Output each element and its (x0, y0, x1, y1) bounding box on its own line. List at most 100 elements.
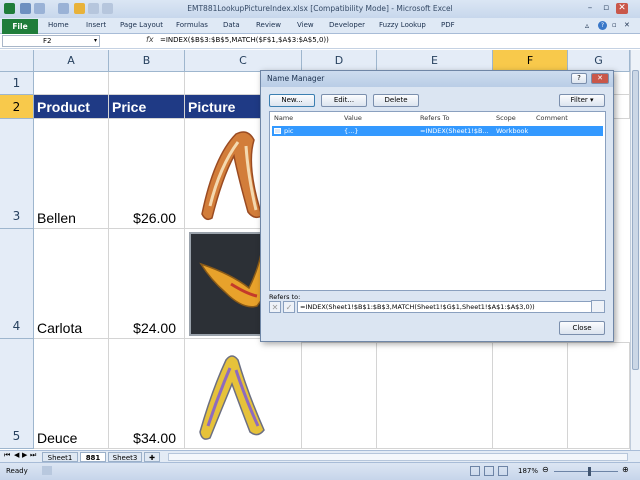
sheet-tab-sheet1[interactable]: Sheet1 (42, 452, 78, 462)
dialog-help-button[interactable]: ? (571, 73, 587, 84)
zoom-out-icon[interactable]: ⊖ (542, 465, 549, 474)
row-header-1[interactable]: 1 (0, 72, 34, 95)
col-refers-to[interactable]: Refers To (420, 114, 449, 122)
formula-input[interactable]: =INDEX($B$3:$B$5,MATCH($F$1,$A$3:$A$5,0)… (160, 36, 329, 44)
name-box-dropdown-icon[interactable]: ▾ (94, 37, 97, 44)
column-header-c[interactable]: C (185, 50, 302, 72)
normal-view-icon[interactable] (470, 466, 480, 476)
cell-price-header[interactable]: Price (109, 95, 185, 119)
col-comment[interactable]: Comment (536, 114, 568, 122)
cell-product-header[interactable]: Product (34, 95, 109, 119)
boomerang-picture-bellen[interactable] (196, 126, 268, 222)
tab-page-layout[interactable]: Page Layout (120, 21, 163, 29)
cell-g5[interactable] (568, 342, 630, 449)
cell-f5[interactable] (493, 342, 568, 449)
column-header-f[interactable]: F (493, 50, 568, 72)
status-ready: Ready (6, 467, 28, 475)
sheet-tab-sheet3[interactable]: Sheet3 (108, 452, 142, 462)
cell-a1[interactable] (34, 72, 109, 95)
col-value[interactable]: Value (344, 114, 362, 122)
close-button[interactable]: Close (559, 321, 605, 335)
title-bar: EMT881LookupPictureIndex.xlsx [Compatibi… (0, 0, 640, 18)
name-manager-dialog: Name Manager ? ✕ New... Edit... Delete F… (260, 70, 614, 342)
page-break-view-icon[interactable] (498, 466, 508, 476)
product-price: $34.00 (133, 430, 176, 446)
col-name[interactable]: Name (274, 114, 293, 122)
refers-to-input[interactable]: =INDEX(Sheet1!$B$1:$B$3,MATCH(Sheet1!$G$… (297, 301, 597, 313)
ribbon-close-icon[interactable]: ✕ (624, 21, 630, 29)
filter-label: Filter (570, 96, 588, 104)
confirm-edit-icon[interactable]: ✓ (283, 301, 295, 313)
delete-name-button[interactable]: Delete (373, 94, 419, 107)
vertical-scrollbar[interactable] (630, 50, 640, 458)
refers-to-label: Refers to: (269, 293, 301, 301)
zoom-slider[interactable] (554, 471, 618, 472)
cell-price-bellen[interactable]: $26.00 (109, 119, 185, 229)
sheet-tab-881[interactable]: 881 (80, 452, 106, 462)
row-header-3[interactable]: 3 (0, 119, 34, 229)
cell-product-bellen[interactable]: Bellen (34, 119, 109, 229)
name-box[interactable]: F2 (2, 35, 100, 47)
insert-function-icon[interactable]: fx (146, 35, 154, 44)
tab-review[interactable]: Review (256, 21, 281, 29)
filter-button[interactable]: Filter ▾ (559, 94, 605, 107)
row-header-4[interactable]: 4 (0, 229, 34, 339)
row-header-2[interactable]: 2 (0, 95, 34, 119)
product-name: Bellen (37, 210, 76, 226)
column-headers: A B C D E F G (0, 50, 630, 72)
item-name: pic (284, 127, 294, 135)
tab-pdf[interactable]: PDF (441, 21, 455, 29)
column-header-g[interactable]: G (568, 50, 630, 72)
maximize-icon[interactable]: ▫ (600, 3, 612, 14)
close-window-icon[interactable]: ✕ (616, 3, 628, 14)
tab-view[interactable]: View (297, 21, 314, 29)
column-header-e[interactable]: E (377, 50, 493, 72)
minimize-icon[interactable]: – (584, 3, 596, 14)
column-header-a[interactable]: A (34, 50, 109, 72)
scroll-thumb[interactable] (632, 70, 639, 370)
zoom-slider-thumb[interactable] (588, 467, 591, 476)
tab-fuzzy-lookup[interactable]: Fuzzy Lookup (379, 21, 426, 29)
new-name-button[interactable]: New... (269, 94, 315, 107)
select-all-corner[interactable] (0, 50, 34, 72)
cell-e5[interactable] (377, 342, 493, 449)
macro-record-icon[interactable] (42, 466, 52, 475)
ribbon-restore-icon[interactable]: ▫ (612, 21, 617, 29)
ribbon-minimize-icon[interactable]: ▵ (585, 21, 589, 30)
boomerang-picture-deuce[interactable] (196, 350, 268, 442)
help-icon[interactable]: ? (598, 21, 607, 30)
edit-name-button[interactable]: Edit... (321, 94, 367, 107)
cell-d5[interactable] (302, 342, 377, 449)
insert-sheet-icon[interactable]: ✚ (144, 452, 160, 462)
next-sheet-icon[interactable]: ▶ (22, 451, 27, 459)
tab-formulas[interactable]: Formulas (176, 21, 208, 29)
item-scope: Workbook (496, 127, 529, 135)
last-sheet-icon[interactable]: ⏭ (30, 451, 36, 460)
cell-price-carlota[interactable]: $24.00 (109, 229, 185, 339)
column-header-b[interactable]: B (109, 50, 185, 72)
dialog-close-icon[interactable]: ✕ (591, 73, 609, 84)
names-list[interactable]: Name Value Refers To Scope Comment pic {… (269, 111, 606, 291)
list-item-pic[interactable]: pic {...} =INDEX(Sheet1!$B... Workbook (272, 126, 603, 136)
cancel-edit-icon[interactable]: ✕ (269, 301, 281, 313)
col-scope[interactable]: Scope (496, 114, 516, 122)
column-header-d[interactable]: D (302, 50, 377, 72)
zoom-level[interactable]: 187% (518, 467, 538, 475)
row-header-5[interactable]: 5 (0, 339, 34, 449)
cell-b1[interactable] (109, 72, 185, 95)
filter-dropdown-icon: ▾ (590, 96, 594, 104)
file-tab[interactable]: File (2, 19, 38, 34)
tab-data[interactable]: Data (223, 21, 240, 29)
tab-insert[interactable]: Insert (86, 21, 106, 29)
tab-home[interactable]: Home (48, 21, 69, 29)
prev-sheet-icon[interactable]: ◀ (14, 451, 19, 459)
first-sheet-icon[interactable]: ⏮ (4, 451, 10, 460)
cell-price-deuce[interactable]: $34.00 (109, 339, 185, 449)
collapse-dialog-icon[interactable] (591, 300, 605, 313)
page-layout-view-icon[interactable] (484, 466, 494, 476)
cell-product-carlota[interactable]: Carlota (34, 229, 109, 339)
horizontal-scrollbar[interactable] (168, 453, 628, 461)
zoom-in-icon[interactable]: ⊕ (622, 465, 629, 474)
cell-product-deuce[interactable]: Deuce (34, 339, 109, 449)
tab-developer[interactable]: Developer (329, 21, 365, 29)
